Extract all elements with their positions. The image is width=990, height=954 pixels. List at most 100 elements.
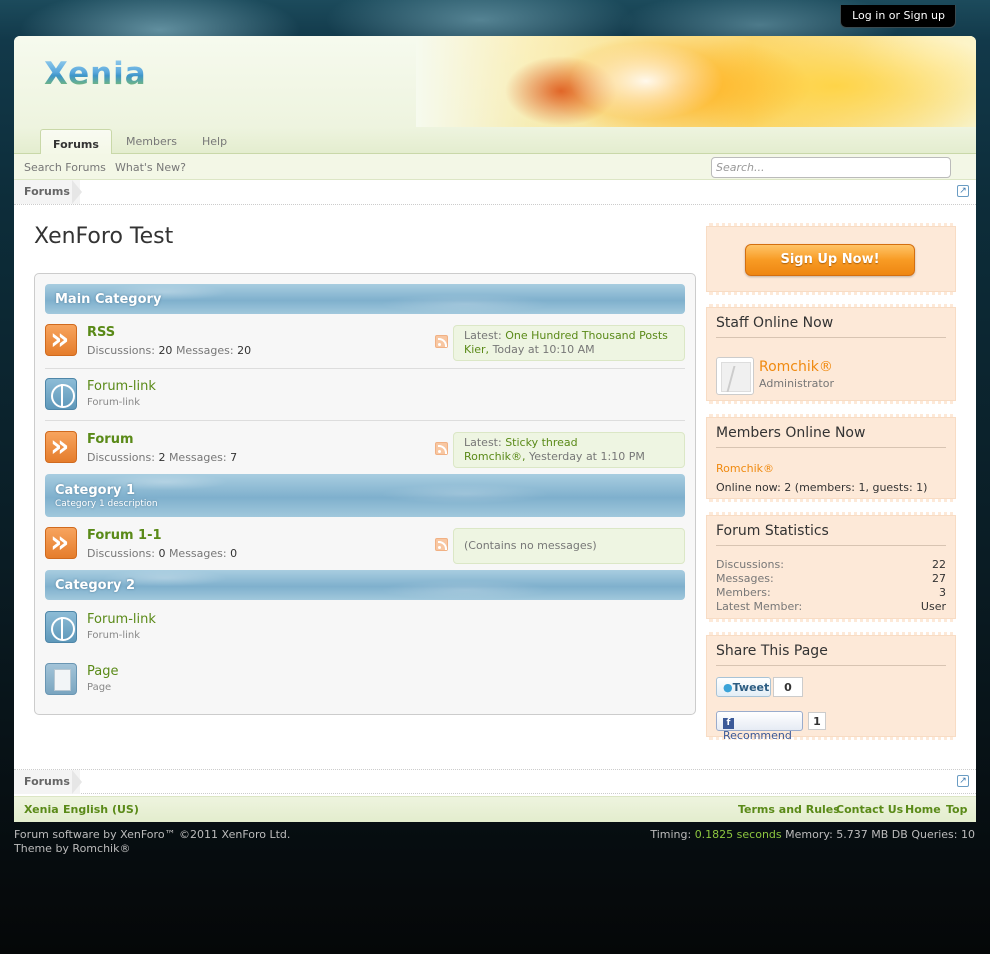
forum-icon bbox=[45, 322, 77, 357]
forum-list: Main Category RSS Discussions: 20 Messag… bbox=[34, 273, 696, 715]
page-icon bbox=[45, 663, 77, 695]
page-node: Page Page bbox=[45, 661, 685, 706]
sub-navigation: Search Forums What's New? bbox=[14, 154, 976, 180]
debug-timing: Timing: 0.1825 seconds Memory: 5.737 MB … bbox=[650, 828, 975, 841]
breadcrumb: Forums ↗ bbox=[14, 180, 976, 205]
category-title: Category 1 bbox=[55, 483, 136, 498]
forum-stats: Discussions: 2 Messages: 7 bbox=[87, 451, 238, 464]
search-input[interactable] bbox=[711, 157, 951, 178]
copyright-text[interactable]: Forum software by XenForo™ ©2011 XenForo… bbox=[14, 828, 290, 842]
facebook-recommend-button[interactable]: fRecommend bbox=[716, 711, 803, 742]
staff-role: Administrator bbox=[759, 377, 834, 390]
stat-members: Members: 3 bbox=[716, 586, 946, 599]
tab-forums[interactable]: Forums bbox=[40, 129, 112, 156]
last-post: Latest: Sticky thread Romchik®, Yesterda… bbox=[453, 432, 685, 468]
forum-stats: Discussions: 0 Messages: 0 bbox=[87, 547, 238, 560]
members-online-block: Members Online Now Romchik® Online now: … bbox=[706, 414, 956, 502]
signup-block: Sign Up Now! bbox=[706, 223, 956, 295]
rss-icon[interactable] bbox=[435, 442, 448, 455]
link-forum-icon bbox=[45, 611, 77, 643]
theme-credit: Theme by Romchik® bbox=[14, 842, 131, 855]
sign-up-button[interactable]: Sign Up Now! bbox=[745, 244, 915, 276]
style-chooser-link[interactable]: Xenia bbox=[24, 803, 59, 816]
forum-node-link-2: Forum-link Forum-link bbox=[45, 609, 685, 654]
forum-title[interactable]: Forum-link bbox=[87, 612, 156, 627]
latest-user-link[interactable]: Kier, bbox=[464, 343, 489, 356]
forum-icon bbox=[45, 429, 77, 464]
staff-online-title: Staff Online Now bbox=[716, 307, 946, 338]
last-post: (Contains no messages) bbox=[453, 528, 685, 564]
forum-description: Forum-link bbox=[87, 630, 140, 641]
latest-thread-link[interactable]: One Hundred Thousand Posts bbox=[505, 329, 668, 342]
online-count: Online now: 2 (members: 1, guests: 1) bbox=[716, 481, 928, 494]
home-link[interactable]: Home bbox=[905, 803, 941, 816]
category-1[interactable]: Category 1 Category 1 description bbox=[45, 474, 685, 517]
forum-statistics-title: Forum Statistics bbox=[716, 515, 946, 546]
whats-new-link[interactable]: What's New? bbox=[115, 161, 186, 174]
members-online-title: Members Online Now bbox=[716, 417, 946, 448]
search-forums-link[interactable]: Search Forums bbox=[24, 161, 106, 174]
no-messages: (Contains no messages) bbox=[464, 539, 597, 552]
category-2[interactable]: Category 2 bbox=[45, 570, 685, 600]
page-container: Xenia Forums Members Help Search Forums … bbox=[14, 36, 976, 822]
category-title: Category 2 bbox=[55, 578, 136, 593]
forum-title[interactable]: RSS bbox=[87, 325, 115, 340]
forum-stats: Discussions: 20 Messages: 20 bbox=[87, 344, 252, 357]
latest-user-link[interactable]: Romchik®, bbox=[464, 450, 526, 463]
recommend-count: 1 bbox=[808, 712, 826, 730]
avatar[interactable] bbox=[716, 357, 754, 395]
breadcrumb-arrow bbox=[72, 770, 82, 794]
stat-messages: Messages: 27 bbox=[716, 572, 946, 585]
category-title: Main Category bbox=[55, 292, 162, 307]
forum-node-1-1: Forum 1-1 Discussions: 0 Messages: 0 (Co… bbox=[45, 525, 685, 569]
last-post: Latest: One Hundred Thousand Posts Kier,… bbox=[453, 325, 685, 361]
forum-title[interactable]: Forum bbox=[87, 432, 134, 447]
link-forum-icon bbox=[45, 378, 77, 410]
forum-description: Forum-link bbox=[87, 397, 140, 408]
forum-node-rss: RSS Discussions: 20 Messages: 20 Latest:… bbox=[45, 322, 685, 369]
contact-link[interactable]: Contact Us bbox=[836, 803, 903, 816]
copyright: Forum software by XenForo™ ©2011 XenForo… bbox=[14, 828, 290, 856]
category-description: Category 1 description bbox=[55, 499, 158, 509]
staff-member-link[interactable]: Romchik® bbox=[759, 359, 833, 375]
language-chooser-link[interactable]: English (US) bbox=[63, 803, 139, 816]
terms-link[interactable]: Terms and Rules bbox=[738, 803, 840, 816]
tab-help[interactable]: Help bbox=[202, 129, 227, 155]
forum-node-forum: Forum Discussions: 2 Messages: 7 Latest:… bbox=[45, 429, 685, 474]
rss-icon[interactable] bbox=[435, 335, 448, 348]
page-title-link[interactable]: Page bbox=[87, 664, 118, 679]
share-page-block: Share This Page ●Tweet 0 fRecommend 1 bbox=[706, 632, 956, 742]
login-signup-link[interactable]: Log in or Sign up bbox=[840, 5, 956, 28]
page-title: XenForo Test bbox=[34, 224, 174, 249]
share-page-title: Share This Page bbox=[716, 635, 946, 666]
jump-to-icon[interactable]: ↗ bbox=[957, 185, 969, 197]
forum-title[interactable]: Forum 1-1 bbox=[87, 528, 162, 543]
header-artwork bbox=[416, 36, 976, 127]
forum-statistics-block: Forum Statistics Discussions: 22 Messages… bbox=[706, 512, 956, 622]
stat-discussions: Discussions: 22 bbox=[716, 558, 946, 571]
footer-breadcrumb: Forums ↗ bbox=[14, 769, 976, 794]
facebook-icon: f bbox=[723, 718, 734, 729]
breadcrumb-forums[interactable]: Forums bbox=[14, 770, 80, 794]
tweet-button[interactable]: ●Tweet bbox=[716, 677, 771, 697]
footer-links: Xenia English (US) Terms and Rules Conta… bbox=[14, 796, 976, 822]
breadcrumb-forums[interactable]: Forums bbox=[14, 180, 80, 204]
jump-to-icon[interactable]: ↗ bbox=[957, 775, 969, 787]
tweet-count: 0 bbox=[773, 677, 803, 697]
nav-tabs: Forums Members Help bbox=[14, 127, 976, 156]
top-link[interactable]: Top bbox=[946, 803, 967, 816]
forum-node-link: Forum-link Forum-link bbox=[45, 376, 685, 421]
forum-title[interactable]: Forum-link bbox=[87, 379, 156, 394]
online-member-link[interactable]: Romchik® bbox=[716, 462, 774, 475]
rss-icon[interactable] bbox=[435, 538, 448, 551]
breadcrumb-arrow bbox=[72, 180, 82, 204]
latest-thread-link[interactable]: Sticky thread bbox=[505, 436, 577, 449]
category-main[interactable]: Main Category bbox=[45, 284, 685, 314]
latest-member-link[interactable]: User bbox=[921, 600, 946, 613]
forum-icon bbox=[45, 525, 77, 560]
staff-online-block: Staff Online Now Romchik® Administrator bbox=[706, 304, 956, 404]
tab-members[interactable]: Members bbox=[126, 129, 177, 155]
stat-latest-member: Latest Member: User bbox=[716, 600, 946, 613]
logo[interactable]: Xenia bbox=[44, 56, 147, 92]
header: Xenia bbox=[14, 36, 976, 127]
